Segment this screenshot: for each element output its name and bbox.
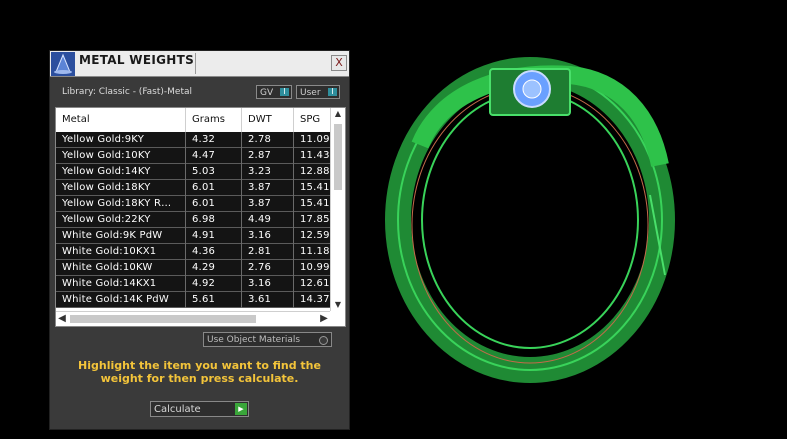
cell-dwt: 3.61	[242, 292, 294, 308]
cell-dwt: 3.16	[242, 276, 294, 292]
table-row[interactable]: Yellow Gold:18KY 6.01 3.87 15.41	[56, 180, 330, 196]
table-row[interactable]: White Gold:14KX1 4.92 3.16 12.61	[56, 276, 330, 292]
panel-titlebar[interactable]: METAL WEIGHTS X	[50, 51, 349, 77]
scroll-corner	[330, 311, 344, 325]
cell-grams: 4.91	[186, 228, 242, 244]
cell-spg: 17.85	[300, 214, 330, 225]
table-row[interactable]: Yellow Gold:10KY 4.47 2.87 11.43	[56, 148, 330, 164]
cell-metal: Yellow Gold:18KY R…	[56, 196, 186, 212]
cell-grams: 4.47	[186, 148, 242, 164]
cell-metal: Yellow Gold:22KY	[56, 212, 186, 228]
cell-dwt: 4.49	[242, 212, 294, 228]
cell-grams: 6.01	[186, 180, 242, 196]
ring-model	[385, 57, 675, 383]
table-row[interactable]: White Gold:10KX1 4.36 2.81 11.18	[56, 244, 330, 260]
table-row[interactable]: Yellow Gold:18KY R… 6.01 3.87 15.41	[56, 196, 330, 212]
table-row[interactable]: White Gold:9K PdW 4.91 3.16 12.59	[56, 228, 330, 244]
radio-icon[interactable]	[319, 336, 328, 345]
metal-table: Metal Grams DWT SPG Yellow Gold:9KY 4.32 2…	[55, 107, 346, 327]
close-icon[interactable]: X	[331, 55, 347, 71]
cell-metal: Yellow Gold:10KY	[56, 148, 186, 164]
cell-metal: White Gold:9K PdW	[56, 228, 186, 244]
cell-spg: 11.09	[300, 134, 330, 145]
column-header-metal[interactable]: Metal	[56, 108, 186, 132]
cell-grams: 6.98	[186, 212, 242, 228]
cell-metal: Yellow Gold:14KY	[56, 164, 186, 180]
cell-grams: 4.29	[186, 260, 242, 276]
cell-spg: 15.41	[300, 182, 330, 193]
cell-dwt: 2.81	[242, 244, 294, 260]
cell-dwt: 2.78	[242, 132, 294, 148]
wizard-hat-icon	[51, 52, 75, 76]
gv-toggle-knob: I	[280, 88, 289, 96]
use-object-materials-option[interactable]: Use Object Materials	[203, 332, 332, 347]
horizontal-scrollbar[interactable]: ◀ ▶	[56, 311, 330, 326]
cell-dwt: 3.87	[242, 180, 294, 196]
cell-spg: 12.59	[300, 230, 330, 241]
calculate-button[interactable]: Calculate ▶	[150, 401, 249, 417]
scroll-up-icon[interactable]: ▲	[331, 108, 345, 120]
cell-spg: 12.88	[300, 166, 330, 177]
cell-dwt: 3.87	[242, 196, 294, 212]
user-toggle-knob: I	[328, 88, 337, 96]
title-divider	[195, 53, 196, 74]
cell-grams: 5.61	[186, 292, 242, 308]
cell-metal: White Gold:14K PdW	[56, 292, 186, 308]
gv-toggle-label: GV	[260, 88, 274, 98]
vertical-scrollbar[interactable]: ▲ ▼	[330, 108, 345, 311]
cell-grams: 6.01	[186, 196, 242, 212]
table-row[interactable]: White Gold:14K PdW 5.61 3.61 14.37	[56, 292, 330, 308]
user-toggle-label: User	[300, 88, 321, 98]
table-body: Yellow Gold:9KY 4.32 2.78 11.09 Yellow Gold:…	[56, 132, 330, 308]
cell-grams: 4.32	[186, 132, 242, 148]
cell-metal: White Gold:14KX1	[56, 276, 186, 292]
column-header-dwt[interactable]: DWT	[242, 108, 294, 132]
use-object-materials-label: Use Object Materials	[207, 335, 301, 345]
cell-metal: White Gold:10KW	[56, 260, 186, 276]
cell-dwt: 2.87	[242, 148, 294, 164]
gv-toggle[interactable]: GV I	[256, 85, 292, 99]
cell-metal: Yellow Gold:18KY	[56, 180, 186, 196]
cell-metal: Yellow Gold:9KY	[56, 132, 186, 148]
column-header-grams[interactable]: Grams	[186, 108, 242, 132]
table-header: Metal Grams DWT SPG	[56, 108, 330, 132]
calculate-label: Calculate	[154, 404, 201, 415]
scroll-right-icon[interactable]: ▶	[318, 312, 330, 326]
metal-weights-panel: METAL WEIGHTS X Library: Classic - (Fast…	[49, 50, 350, 430]
cell-grams: 4.92	[186, 276, 242, 292]
table-row[interactable]: White Gold:10KW 4.29 2.76 10.99	[56, 260, 330, 276]
cell-dwt: 2.76	[242, 260, 294, 276]
user-toggle[interactable]: User I	[296, 85, 340, 99]
horizontal-scroll-thumb[interactable]	[70, 315, 256, 323]
instruction-text: Highlight the item you want to find the …	[78, 359, 321, 385]
cell-grams: 5.03	[186, 164, 242, 180]
library-label: Library: Classic - (Fast)-Metal	[62, 87, 193, 97]
cell-dwt: 3.16	[242, 228, 294, 244]
cell-spg: 12.61	[300, 278, 330, 289]
scroll-left-icon[interactable]: ◀	[56, 312, 68, 326]
cell-grams: 4.36	[186, 244, 242, 260]
table-row[interactable]: Yellow Gold:22KY 6.98 4.49 17.85	[56, 212, 330, 228]
cell-spg: 14.37	[300, 294, 330, 305]
cell-dwt: 3.23	[242, 164, 294, 180]
cell-spg: 11.18	[300, 246, 330, 257]
table-row[interactable]: Yellow Gold:9KY 4.32 2.78 11.09	[56, 132, 330, 148]
panel-title: METAL WEIGHTS	[79, 53, 195, 67]
table-row[interactable]: Yellow Gold:14KY 5.03 3.23 12.88	[56, 164, 330, 180]
cell-metal: White Gold:10KX1	[56, 244, 186, 260]
scroll-down-icon[interactable]: ▼	[331, 299, 345, 311]
column-header-spg[interactable]: SPG	[294, 108, 330, 132]
cell-spg: 10.99	[300, 262, 330, 273]
vertical-scroll-thumb[interactable]	[334, 124, 342, 190]
play-icon: ▶	[235, 403, 247, 415]
cell-spg: 15.41	[300, 198, 330, 209]
cell-spg: 11.43	[300, 150, 330, 161]
